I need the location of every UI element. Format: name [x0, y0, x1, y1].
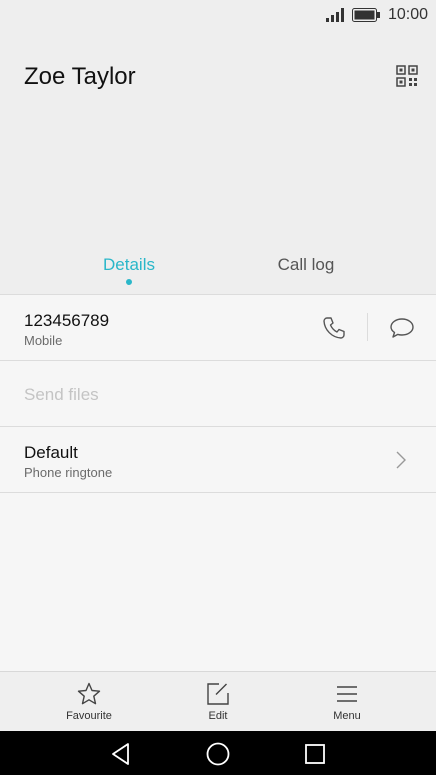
- call-icon[interactable]: [320, 314, 348, 342]
- phone-number-row[interactable]: 123456789 Mobile: [0, 295, 436, 361]
- action-separator: [367, 313, 368, 341]
- back-icon[interactable]: [107, 740, 135, 768]
- battery-icon: [351, 8, 380, 22]
- signal-icon: [325, 8, 344, 22]
- bottom-action-bar: Favourite Edit Menu: [0, 671, 436, 732]
- ringtone-value: Default: [24, 443, 78, 462]
- favourite-button[interactable]: Favourite: [39, 672, 139, 732]
- tab-call-log[interactable]: Call log: [236, 255, 376, 275]
- system-navigation-bar: [0, 731, 436, 775]
- active-tab-indicator: [126, 279, 132, 285]
- ringtone-row[interactable]: Default Phone ringtone: [0, 427, 436, 493]
- home-icon[interactable]: [204, 740, 232, 768]
- edit-button[interactable]: Edit: [168, 672, 268, 732]
- menu-label: Menu: [333, 710, 361, 722]
- menu-icon: [337, 686, 357, 702]
- contact-header: Zoe Taylor Details Call log: [0, 30, 436, 294]
- message-icon[interactable]: [388, 314, 416, 342]
- phone-number-type: Mobile: [24, 333, 63, 348]
- status-icons: 10:00: [325, 5, 428, 25]
- send-files-label: Send files: [24, 385, 99, 404]
- clock: 10:00: [387, 6, 428, 23]
- star-icon: [77, 682, 101, 705]
- qr-code-icon[interactable]: [396, 65, 418, 87]
- chevron-right-icon: [396, 451, 406, 469]
- tab-details[interactable]: Details: [59, 255, 199, 275]
- favourite-label: Favourite: [66, 710, 112, 722]
- tab-bar: Details Call log: [0, 252, 436, 294]
- ringtone-label: Phone ringtone: [24, 465, 113, 480]
- menu-button[interactable]: Menu: [297, 672, 397, 732]
- edit-icon: [207, 683, 229, 705]
- contact-name: Zoe Taylor: [24, 63, 136, 90]
- phone-number: 123456789: [24, 311, 110, 330]
- edit-label: Edit: [208, 710, 228, 722]
- recent-apps-icon[interactable]: [301, 740, 329, 768]
- send-files-row: Send files: [0, 361, 436, 427]
- status-bar: 10:00: [0, 0, 436, 30]
